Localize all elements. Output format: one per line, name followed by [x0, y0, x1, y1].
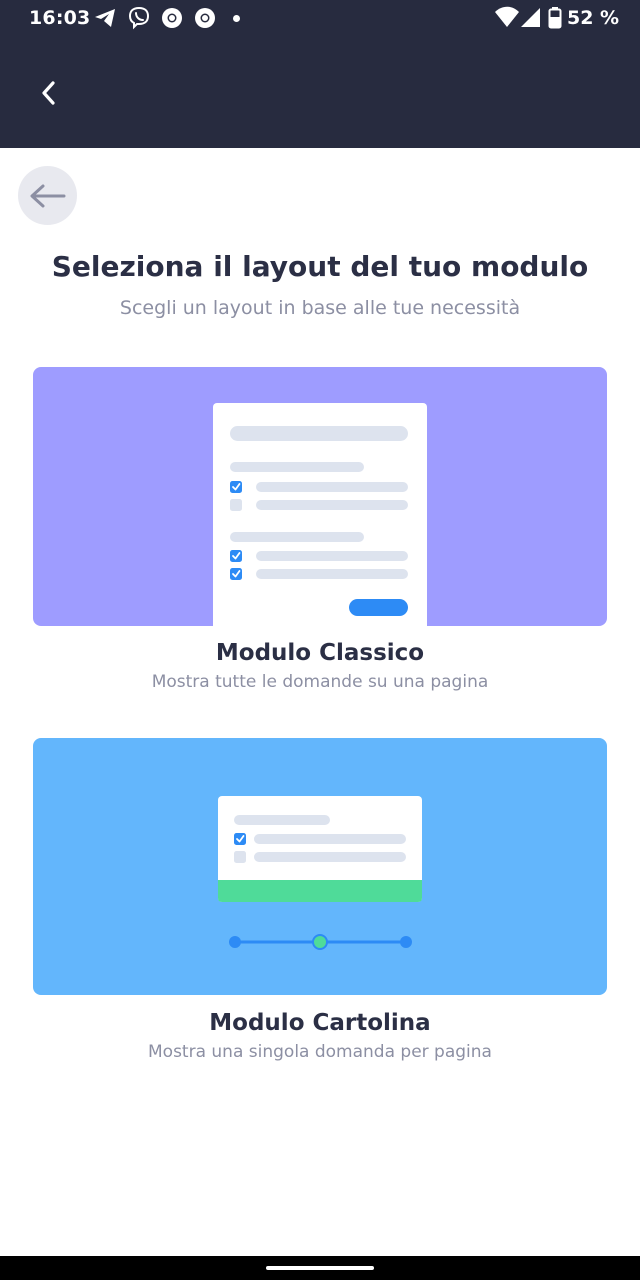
checkbox-checked: [234, 833, 246, 845]
page-subtitle: Scegli un layout in base alle tue necess…: [119, 297, 521, 319]
card-form-illustration: [218, 796, 422, 950]
classic-form-title: Modulo Classico: [215, 640, 425, 666]
home-gesture-handle[interactable]: [266, 1266, 374, 1270]
chevron-left-icon[interactable]: [36, 76, 62, 110]
checkbox-unchecked: [230, 499, 242, 511]
page-title: Seleziona il layout del tuo modulo: [51, 250, 589, 283]
progress-step-3: [400, 936, 412, 948]
card-form-option[interactable]: [33, 738, 607, 995]
checkbox-checked: [230, 481, 242, 493]
wifi-icon: [494, 6, 520, 34]
app-bar: [0, 36, 640, 148]
submit-pill: [349, 599, 408, 616]
classic-form-description: Mostra tutte le domande su una pagina: [151, 672, 489, 692]
checkbox-checked: [230, 568, 242, 580]
navigation-bar: [0, 1256, 640, 1280]
viber-icon: [127, 6, 151, 30]
checkbox-unchecked: [234, 851, 246, 863]
more-notifications-dot: [233, 15, 240, 22]
chrome-icon: [160, 6, 184, 30]
status-bar: 16:03 52 %: [0, 0, 640, 36]
status-time: 16:03: [29, 7, 91, 29]
signal-icon: [520, 6, 542, 34]
card-form-description: Mostra una singola domanda per pagina: [148, 1042, 492, 1062]
arrow-left-icon: [30, 184, 66, 208]
checkbox-checked: [230, 550, 242, 562]
classic-form-option[interactable]: [33, 367, 607, 626]
card-form-title: Modulo Cartolina: [209, 1010, 431, 1036]
telegram-icon: [93, 6, 117, 30]
card-footer-bar: [218, 880, 422, 902]
progress-step-1: [229, 936, 241, 948]
progress-step-2: [312, 934, 328, 950]
back-button[interactable]: [18, 166, 77, 225]
battery-percentage: 52 %: [567, 7, 620, 29]
chrome-icon: [193, 6, 217, 30]
classic-form-illustration: [213, 403, 427, 626]
battery-icon: [548, 6, 562, 34]
